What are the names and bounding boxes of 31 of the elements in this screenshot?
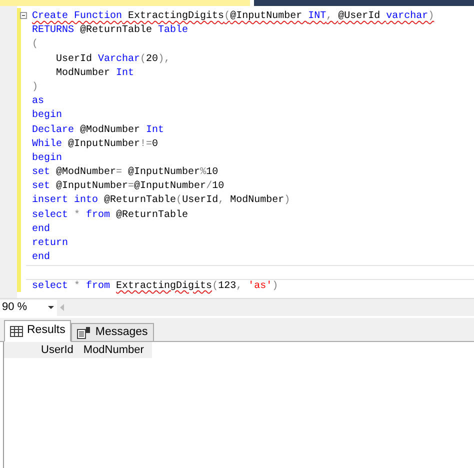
code-line: select * from @ReturnTable [32,210,188,221]
column-header[interactable]: ModNumber [78,342,149,358]
code-line: Declare @ModNumber Int [32,124,164,136]
grid-icon [10,326,23,336]
code-line: begin [32,110,62,122]
scroll-left-icon[interactable] [60,304,64,311]
code-line: select * from ExtractingDigits(123, 'as') [32,280,278,292]
result-tab[interactable]: Messages [71,323,154,342]
code-line: set @ModNumber= @InputNumber%10 [32,167,218,178]
dropdown-arrow-icon [48,306,54,310]
document-icon [77,326,92,338]
code-line: While @InputNumber!=0 [32,138,158,150]
code-line: begin [32,152,62,164]
code-line: as [32,96,44,108]
collapse-icon[interactable] [20,12,27,19]
column-header[interactable]: UserId [36,342,78,358]
code-line: end [32,252,50,264]
code-line: ModNumber Int [55,68,134,79]
document-tab[interactable] [0,0,250,6]
code-line: UserId Varchar(20), [55,54,170,65]
code-line: return [32,238,68,249]
code-line: set @InputNumber=@InputNumber/10 [32,181,224,192]
code-line: Create Function ExtractingDigits(@InputNumber INT, @UserId varchar) [32,11,434,22]
code-line: insert into @ReturnTable(UserId, ModNumber) [32,195,290,206]
result-tab[interactable]: Results [4,320,72,342]
zoom-dropdown[interactable]: 90 % [0,300,57,316]
code-line: ) [32,82,38,93]
code-line: end [32,224,50,235]
code-line: RETURNS @ReturnTable Table [32,25,188,36]
document-tab[interactable] [254,0,474,6]
code-line: ( [32,39,38,50]
